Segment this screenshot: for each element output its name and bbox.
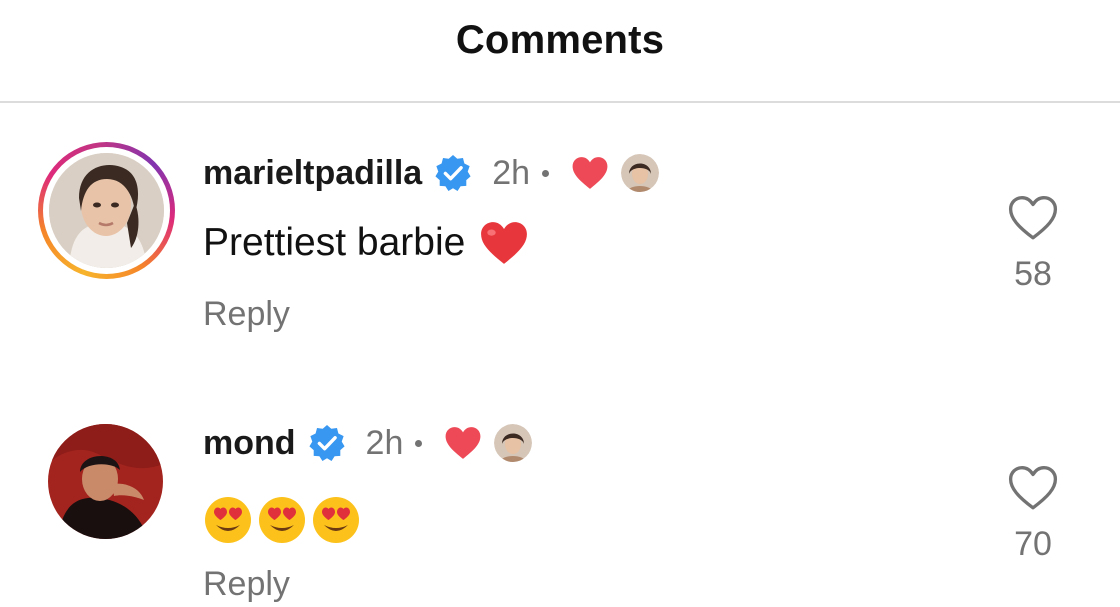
avatar[interactable]: [48, 424, 163, 539]
heart-eyes-emoji-icon: [311, 495, 361, 545]
heart-eyes-emoji-icon: [203, 495, 253, 545]
comment-meta: marieltpadilla 2h: [203, 148, 660, 198]
like-heart-icon[interactable]: [1008, 465, 1058, 511]
creator-avatar: [621, 154, 660, 192]
like-heart-icon[interactable]: [1008, 195, 1058, 241]
page-title: Comments: [455, 18, 665, 62]
like-column: 58: [990, 195, 1076, 294]
verified-badge-icon: [308, 424, 346, 462]
creator-liked-heart-icon: [444, 425, 482, 461]
red-heart-emoji-icon: [479, 220, 529, 266]
creator-liked-heart-icon: [571, 155, 609, 191]
comment-text: [203, 495, 361, 545]
timestamp: 2h: [365, 423, 404, 462]
creator-avatar: [494, 424, 533, 462]
like-count: 58: [1014, 255, 1052, 293]
avatar[interactable]: [49, 153, 164, 268]
separator-dot: [542, 169, 550, 177]
reply-button[interactable]: Reply: [203, 565, 290, 604]
reply-button[interactable]: Reply: [203, 295, 290, 334]
verified-badge-icon: [434, 154, 472, 192]
comment-item: mond 2h Reply 70: [0, 420, 1120, 607]
comment-text: Prettiest barbie: [203, 220, 529, 266]
heart-eyes-emoji-icon: [257, 495, 307, 545]
like-count: 70: [1014, 525, 1052, 563]
separator-dot: [415, 439, 423, 447]
like-column: 70: [990, 465, 1076, 564]
comment-body: Prettiest barbie: [203, 221, 466, 264]
comments-header: Comments: [0, 0, 1120, 103]
username[interactable]: mond: [203, 424, 296, 463]
username[interactable]: marieltpadilla: [203, 154, 422, 193]
comment-meta: mond 2h: [203, 418, 533, 468]
heart-eyes-emoji-row: [203, 495, 361, 545]
comment-item: marieltpadilla 2h Prettiest barbie Reply…: [0, 140, 1120, 360]
timestamp: 2h: [492, 153, 531, 192]
